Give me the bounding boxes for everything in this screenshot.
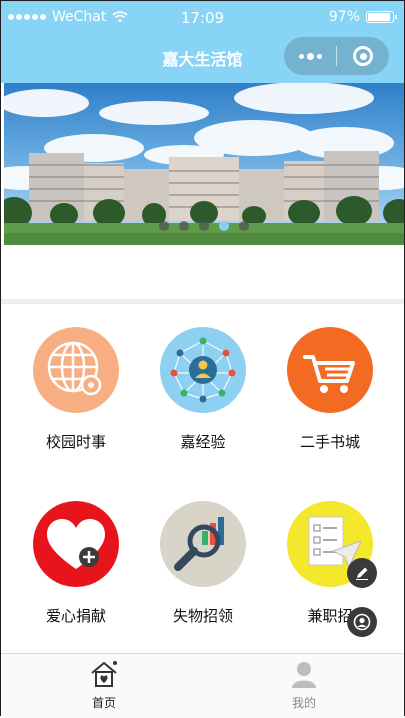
edit-button[interactable] [347, 558, 377, 588]
grid-item-label: 嘉经验 [180, 433, 226, 451]
grid-item-label: 失物招领 [172, 607, 233, 625]
tab-mine[interactable]: 我的 [244, 660, 364, 711]
pager-dot[interactable] [179, 221, 189, 231]
grid-item-lost-found[interactable]: 失物招领 [136, 501, 270, 626]
shopping-cart-icon [287, 327, 373, 413]
close-button[interactable] [337, 46, 389, 66]
grid-item-label: 校园时事 [45, 433, 106, 451]
tab-bar: 首页 我的 [1, 653, 404, 718]
more-dot-icon [298, 53, 304, 59]
pager-dot[interactable] [239, 221, 249, 231]
person-icon [292, 662, 316, 688]
tab-label: 我的 [291, 696, 316, 710]
tab-label: 首页 [91, 696, 116, 710]
section-divider [1, 299, 404, 304]
grid-item-part-time[interactable]: 兼职招 [263, 501, 397, 626]
more-button[interactable] [284, 52, 336, 60]
grid-item-donation[interactable]: 爱心捐献 [9, 501, 143, 626]
grid-item-used-books[interactable]: 二手书城 [263, 327, 397, 452]
network-icon [160, 327, 246, 413]
magnifier-chart-icon [160, 501, 246, 587]
globe-icon [33, 327, 119, 413]
user-icon [353, 613, 371, 631]
pencil-icon [356, 567, 368, 580]
header: WeChat 17:09 97% 嘉大生活馆 [1, 1, 404, 83]
grid-item-label: 二手书城 [299, 433, 360, 451]
banner-carousel[interactable] [4, 83, 404, 245]
tab-home[interactable]: 首页 [44, 660, 164, 711]
battery-icon [366, 11, 397, 23]
target-icon [353, 46, 373, 66]
carousel-pager [4, 221, 404, 231]
grid-item-label: 爱心捐献 [45, 607, 106, 625]
pager-dot[interactable] [159, 221, 169, 231]
more-dot-icon [316, 53, 322, 59]
status-bar: WeChat 17:09 97% [1, 1, 404, 35]
mini-program-capsule [284, 37, 389, 75]
home-icon [91, 661, 117, 687]
heart-plus-icon [33, 501, 119, 587]
battery-group: 97% [328, 9, 397, 25]
pager-dot[interactable] [219, 221, 229, 231]
profile-button[interactable] [347, 607, 377, 637]
pager-dot[interactable] [199, 221, 209, 231]
grid-item-campus-news[interactable]: 校园时事 [9, 327, 143, 452]
battery-percent: 97% [328, 9, 360, 25]
grid-item-experience[interactable]: 嘉经验 [136, 327, 270, 452]
more-dot-icon [306, 52, 314, 60]
